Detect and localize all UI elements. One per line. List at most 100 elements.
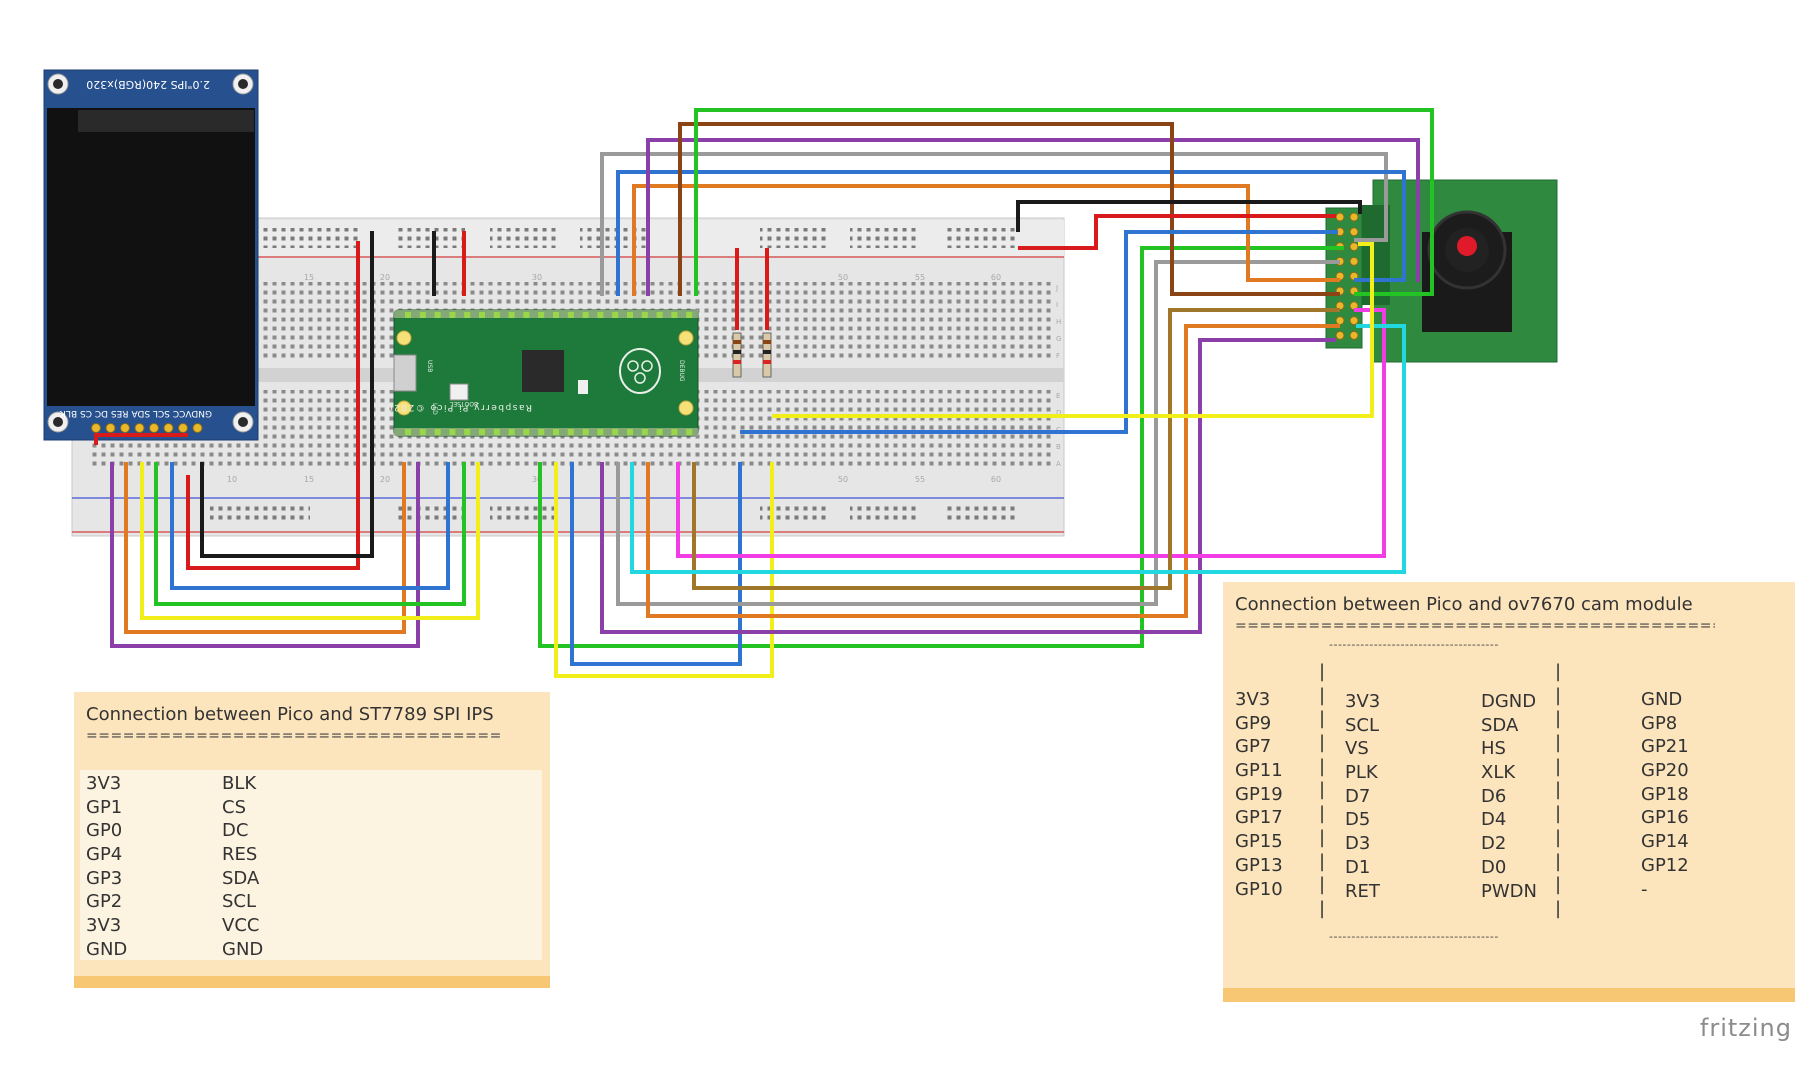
pico-pin: [597, 429, 604, 435]
column-number-top: 55: [915, 273, 925, 282]
separator-bar: |: [1319, 708, 1326, 730]
ov7670-pico-pin-right-4: GP18: [1641, 783, 1689, 805]
display-bottom-label: GNDVCC SCL SDA RES DC CS BLK: [59, 408, 212, 418]
separator-bar: |: [1555, 732, 1562, 754]
column-number-top: 50: [838, 273, 848, 282]
separator-bar: |: [1555, 755, 1562, 777]
separator-bar: |: [1555, 826, 1562, 848]
pico-pin: [523, 312, 530, 318]
note-ov7670-pico-pins-right: GND GP8 GP21 GP20 GP18 GP16 GP14 GP12-: [1641, 688, 1689, 901]
pico-pin: [612, 429, 619, 435]
ov7670-pico-pin-left-3: GP11: [1235, 760, 1283, 782]
note-ov7670-dash-bottom: --------------------------------------: [1329, 930, 1499, 943]
pico-usb-label: USB: [426, 360, 433, 372]
note-st7789-title: Connection between Pico and ST7789 SPI I…: [86, 704, 494, 725]
separator-bar: |: [1319, 661, 1326, 682]
separator-bar: |: [1555, 708, 1562, 730]
separator-bar: |: [1319, 732, 1326, 754]
ov7670-pico-pin-left-4: GP19: [1235, 783, 1283, 805]
display-pin: [91, 423, 101, 433]
raspberry-pi-pico: Raspberry Pi Pico ©2020 BOOTSEL DEBUG US…: [385, 309, 699, 437]
pico-pin: [597, 312, 604, 318]
pico-pin: [686, 312, 693, 318]
ov7670-cam-pin-right-7: D0: [1481, 856, 1507, 878]
ov7670-pico-pin-right-6: GP14: [1641, 831, 1689, 853]
pico-led-label: LED: [431, 403, 438, 415]
ov7670-pico-pin-right-7: GP12: [1641, 854, 1689, 876]
ov7670-cam-pin-right-2: HS: [1481, 738, 1506, 760]
row-letter: I: [1056, 301, 1058, 309]
note-ov7670-separator-right: | | | | | | | | | | |: [1555, 660, 1561, 921]
camera-pin: [1335, 212, 1345, 222]
pico-pin: [686, 429, 693, 435]
note-ov7670-pico-pins-left: 3V3 GP9 GP7 GP11 GP19 GP17 GP15 GP13 GP10: [1235, 688, 1283, 901]
st7789-display-pin-0: BLK: [222, 773, 257, 794]
ov7670-cam-pin-right-1: SDA: [1481, 714, 1519, 736]
row-letter: E: [1056, 392, 1060, 400]
camera-pin: [1349, 330, 1359, 340]
note-ov7670-separator-left: | | | | | | | | | | |: [1319, 660, 1325, 921]
separator-bar: |: [1555, 897, 1562, 919]
column-number-bottom: 55: [915, 475, 925, 484]
pico-pin: [553, 312, 559, 318]
pico-pin: [612, 312, 619, 318]
st7789-display-module: 2.0"IPS 240(RGB)x320 GNDVCC SCL SDA RES …: [43, 69, 259, 441]
pico-pin: [627, 312, 633, 318]
st7789-pico-pin-6: 3V3: [86, 915, 122, 937]
ov7670-pico-pin-right-8: -: [1641, 878, 1648, 900]
display-pin: [192, 423, 203, 433]
ov7670-cam-pin-left-0: 3V3: [1345, 691, 1381, 712]
column-number-bottom: 10: [227, 475, 237, 484]
display-pin: [163, 423, 174, 433]
camera-pin: [1335, 330, 1345, 340]
camera-pin: [1349, 227, 1359, 237]
pico-pin: [449, 429, 456, 435]
note-ov7670-rule: ========================================: [1235, 618, 1715, 634]
separator-bar: |: [1555, 850, 1562, 872]
display-pin: [134, 423, 145, 433]
st7789-display-pin-6: VCC: [222, 915, 260, 937]
pico-pin: [656, 429, 663, 435]
pico-pin: [523, 429, 530, 435]
column-number-bottom: 20: [380, 475, 390, 484]
ov7670-cam-pin-left-6: D3: [1345, 833, 1371, 855]
st7789-pico-pin-4: GP3: [86, 867, 123, 889]
st7789-pico-pin-1: GP1: [86, 796, 123, 818]
ov7670-pico-pin-left-0: 3V3: [1235, 689, 1271, 710]
pico-pin: [419, 312, 426, 318]
camera-pin: [1349, 212, 1359, 222]
pico-pin: [464, 312, 471, 318]
row-letter: G: [1056, 335, 1061, 343]
display-pin: [149, 423, 159, 433]
ov7670-cam-pin-left-4: D7: [1345, 785, 1371, 807]
st7789-pico-pin-0: 3V3: [86, 773, 122, 794]
pico-pin: [553, 429, 559, 435]
st7789-pico-pin-5: GP2: [86, 891, 123, 913]
pico-pin: [538, 312, 545, 318]
separator-bar: |: [1555, 874, 1562, 896]
pico-pin: [508, 312, 515, 318]
ov7670-cam-pin-right-5: D4: [1481, 809, 1507, 831]
pico-pin: [405, 429, 411, 435]
camera-pin: [1335, 316, 1345, 326]
ov7670-pico-pin-left-2: GP7: [1235, 736, 1272, 758]
row-letter: F: [1056, 352, 1060, 360]
ov7670-cam-pin-left-7: D1: [1345, 856, 1371, 878]
separator-bar: |: [1319, 850, 1326, 872]
display-pin: [105, 423, 116, 433]
separator-bar: |: [1319, 755, 1326, 777]
column-number-top: 60: [991, 273, 1001, 282]
note-ov7670-title: Connection between Pico and ov7670 cam m…: [1235, 594, 1693, 615]
st7789-pico-pin-2: GP0: [86, 820, 123, 842]
pico-pin: [479, 312, 485, 318]
camera-pin: [1349, 256, 1359, 266]
column-number-bottom: 15: [304, 475, 314, 484]
ov7670-pico-pin-left-5: GP17: [1235, 807, 1283, 829]
display-pin: [178, 423, 188, 433]
pico-pin: [656, 312, 663, 318]
separator-bar: |: [1319, 803, 1326, 825]
separator-bar: |: [1319, 897, 1326, 919]
note-ov7670-cam-pins-right: DGND SDA HS XLK D6 D4 D2 D0 PWDN: [1481, 690, 1537, 903]
pico-pin: [508, 429, 515, 435]
ov7670-cam-pin-right-6: D2: [1481, 833, 1507, 855]
